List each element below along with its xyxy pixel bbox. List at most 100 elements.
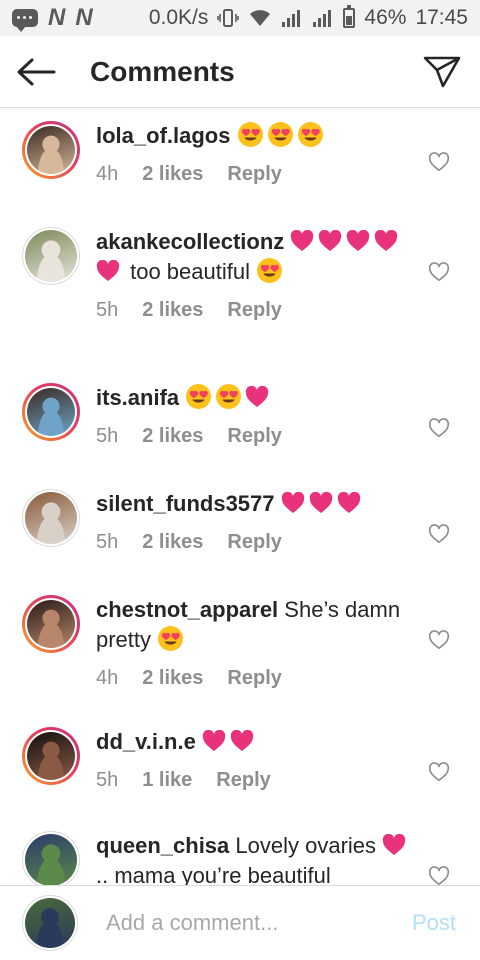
- comment-likes-link[interactable]: 2 likes: [142, 299, 203, 322]
- avatar[interactable]: [22, 831, 80, 885]
- story-ring-avatar[interactable]: [22, 121, 80, 179]
- story-ring-avatar[interactable]: [22, 383, 80, 441]
- comment-meta: 5h 1 like Reply: [96, 769, 420, 792]
- comment-username[interactable]: chestnot_apparel: [96, 597, 278, 622]
- avatar[interactable]: [22, 227, 80, 285]
- pink-heart-emoji-icon: [96, 260, 120, 281]
- carrier-n-icon: N: [75, 4, 93, 31]
- page-title: Comments: [90, 55, 235, 87]
- like-heart-icon[interactable]: [428, 761, 450, 783]
- avatar-frame: [25, 124, 77, 176]
- vibrate-icon: [217, 9, 240, 27]
- heart-eyes-emoji-icon: [216, 384, 242, 409]
- comment-row: lola_of.lagos 4h 2 likes Reply: [0, 121, 480, 186]
- like-heart-icon[interactable]: [428, 151, 450, 173]
- comment-body: dd_v.i.n.e 5h 1 like Reply: [96, 727, 420, 792]
- pink-heart-emoji-icon: [319, 230, 342, 251]
- profile-picture: [27, 388, 75, 436]
- reply-button[interactable]: Reply: [227, 425, 281, 448]
- comment-row: silent_funds3577 5h 2 likes Reply: [0, 489, 480, 554]
- pink-heart-emoji-icon: [281, 492, 304, 513]
- comment-body: its.anifa 5h 2 likes Reply: [96, 383, 420, 448]
- comment-username[interactable]: dd_v.i.n.e: [96, 729, 196, 754]
- comment-text: lola_of.lagos: [96, 121, 420, 151]
- comment-text-segment: Lovely ovaries: [235, 833, 383, 858]
- comment-username[interactable]: silent_funds3577: [96, 491, 275, 516]
- comment-row: its.anifa 5h 2 likes Reply: [0, 383, 480, 448]
- comment-username[interactable]: queen_chisa: [96, 833, 229, 858]
- profile-picture: [25, 230, 77, 282]
- comment-meta: 5h 2 likes Reply: [96, 425, 420, 448]
- comment-input[interactable]: [106, 910, 386, 936]
- comment-likes-link[interactable]: 1 like: [142, 769, 192, 792]
- comment-likes-link[interactable]: 2 likes: [142, 163, 203, 186]
- comment-text-segment: .. mama you’re beautiful: [96, 863, 331, 885]
- comment-row: dd_v.i.n.e 5h 1 like Reply: [0, 727, 480, 792]
- comment-text: silent_funds3577: [96, 489, 420, 519]
- pink-heart-emoji-icon: [347, 230, 370, 251]
- profile-picture: [25, 834, 77, 885]
- comment-likes-link[interactable]: 2 likes: [142, 531, 203, 554]
- comment-timestamp: 4h: [96, 667, 119, 689]
- clock: 17:45: [415, 6, 468, 29]
- profile-picture: [27, 126, 75, 174]
- comment-list[interactable]: lola_of.lagos 4h 2 likes Reply akankecollec…: [0, 109, 480, 885]
- comment-body: silent_funds3577 5h 2 likes Reply: [96, 489, 420, 554]
- like-heart-icon[interactable]: [428, 417, 450, 439]
- comment-username[interactable]: akankecollectionz: [96, 229, 284, 254]
- comment-text: queen_chisa Lovely ovaries .. mama you’r…: [96, 831, 420, 885]
- status-bar: N N 0.0K/s 46% 17:45: [0, 0, 480, 36]
- profile-picture: [25, 898, 75, 948]
- reply-button[interactable]: Reply: [216, 769, 270, 792]
- comment-composer: Post: [0, 885, 480, 960]
- signal-icon: [313, 10, 332, 27]
- battery-level: 46%: [364, 6, 407, 29]
- avatar[interactable]: [22, 489, 80, 547]
- profile-picture: [25, 492, 77, 544]
- share-button[interactable]: [404, 36, 480, 108]
- comment-username[interactable]: lola_of.lagos: [96, 123, 230, 148]
- avatar-frame: [25, 730, 77, 782]
- story-ring-avatar[interactable]: [22, 595, 80, 653]
- reply-button[interactable]: Reply: [227, 667, 281, 690]
- comment-text-segment: too beautiful: [124, 259, 257, 284]
- comment-likes-link[interactable]: 2 likes: [142, 667, 203, 690]
- avatar-frame: [25, 598, 77, 650]
- post-button[interactable]: Post: [412, 910, 456, 936]
- like-heart-icon[interactable]: [428, 629, 450, 651]
- comment-text: chestnot_apparel She’s damn pretty: [96, 595, 420, 655]
- heart-eyes-emoji-icon: [158, 626, 184, 651]
- comment-text: dd_v.i.n.e: [96, 727, 420, 757]
- comment-row: akankecollectionz too beautiful 5h 2 like…: [0, 227, 480, 322]
- back-button[interactable]: [0, 36, 72, 108]
- comment-meta: 5h 2 likes Reply: [96, 299, 420, 322]
- battery-icon: [343, 5, 356, 28]
- heart-eyes-emoji-icon: [297, 122, 323, 147]
- back-arrow-icon: [17, 58, 56, 85]
- like-heart-icon[interactable]: [428, 261, 450, 283]
- paper-plane-icon: [423, 56, 461, 87]
- wifi-icon: [250, 10, 271, 26]
- comment-body: akankecollectionz too beautiful 5h 2 like…: [96, 227, 420, 322]
- comment-timestamp: 5h: [96, 531, 119, 553]
- comment-row: chestnot_apparel She’s damn pretty 4h 2 l…: [0, 595, 480, 690]
- comment-meta: 5h 2 likes Reply: [96, 531, 420, 554]
- avatar-frame: [25, 386, 77, 438]
- comment-meta: 4h 2 likes Reply: [96, 163, 420, 186]
- comment-timestamp: 4h: [96, 163, 119, 185]
- signal-icon: [282, 10, 301, 27]
- pink-heart-emoji-icon: [230, 730, 254, 751]
- comment-body: queen_chisa Lovely ovaries .. mama you’r…: [96, 831, 420, 885]
- pink-heart-emoji-icon: [382, 834, 406, 855]
- pink-heart-emoji-icon: [309, 492, 332, 513]
- like-heart-icon[interactable]: [428, 865, 450, 885]
- reply-button[interactable]: Reply: [227, 299, 281, 322]
- comment-username[interactable]: its.anifa: [96, 385, 179, 410]
- heart-eyes-emoji-icon: [267, 122, 293, 147]
- comment-likes-link[interactable]: 2 likes: [142, 425, 203, 448]
- like-heart-icon[interactable]: [428, 523, 450, 545]
- story-ring-avatar[interactable]: [22, 727, 80, 785]
- avatar: [22, 895, 78, 951]
- reply-button[interactable]: Reply: [227, 531, 281, 554]
- reply-button[interactable]: Reply: [227, 163, 281, 186]
